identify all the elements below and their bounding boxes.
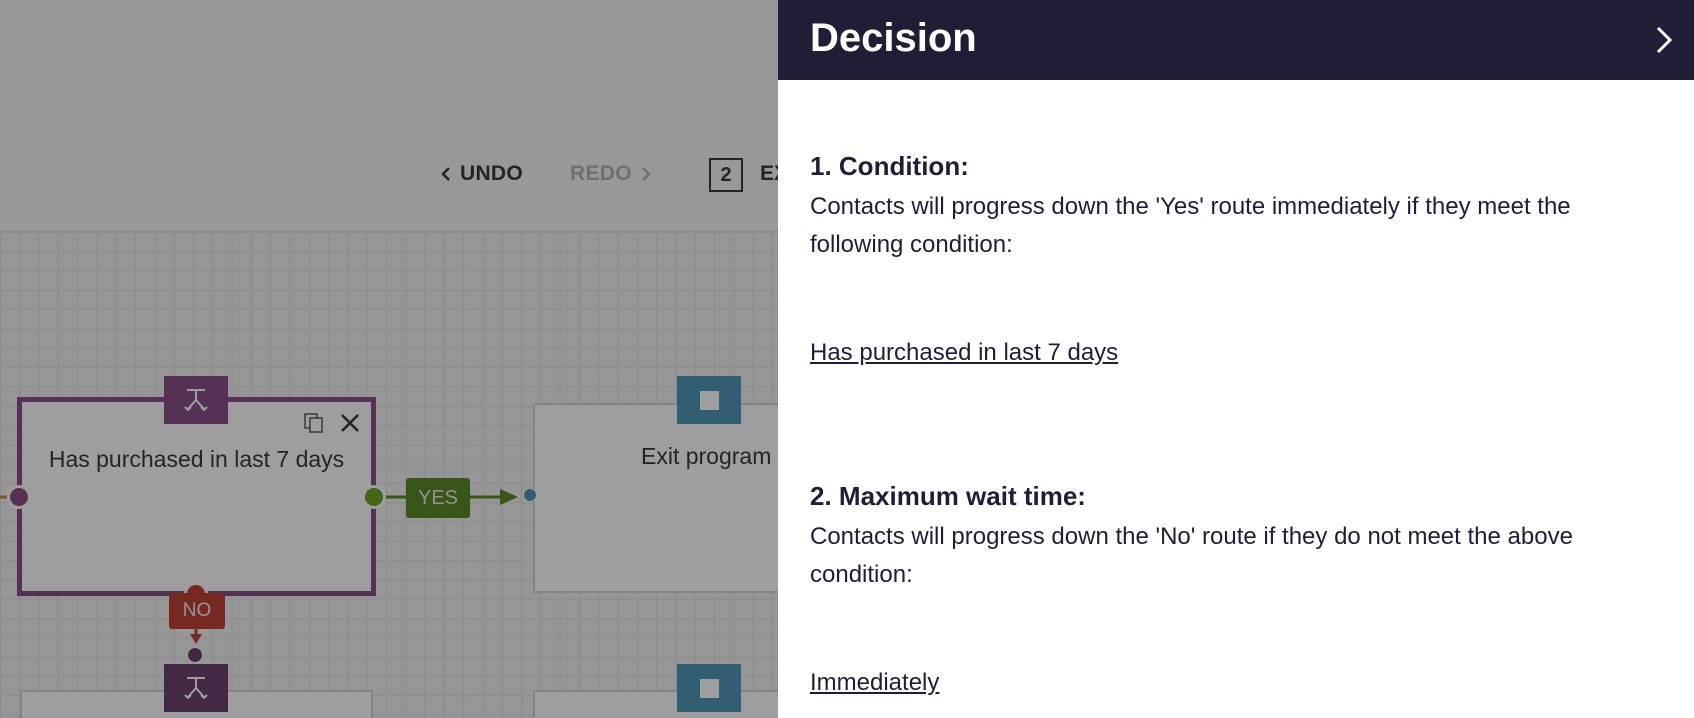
wait-text: Contacts will progress down the 'No' rou… xyxy=(810,523,1573,588)
panel-header: Decision xyxy=(778,0,1694,80)
condition-link[interactable]: Has purchased in last 7 days xyxy=(810,339,1118,367)
decision-panel: Decision 1. Condition: Contacts will pro… xyxy=(778,0,1694,718)
panel-title: Decision xyxy=(810,16,977,60)
wait-link[interactable]: Immediately xyxy=(810,669,939,697)
modal-overlay[interactable] xyxy=(0,0,778,718)
condition-heading: 1. Condition: xyxy=(810,151,969,181)
wait-heading: 2. Maximum wait time: xyxy=(810,481,1086,511)
panel-close-button[interactable] xyxy=(1646,20,1682,60)
workflow-canvas[interactable]: UNDO REDO 2 EX Has purchased in last 7 d… xyxy=(0,0,778,718)
condition-text: Contacts will progress down the 'Yes' ro… xyxy=(810,193,1571,258)
chevron-right-icon xyxy=(1656,26,1673,54)
